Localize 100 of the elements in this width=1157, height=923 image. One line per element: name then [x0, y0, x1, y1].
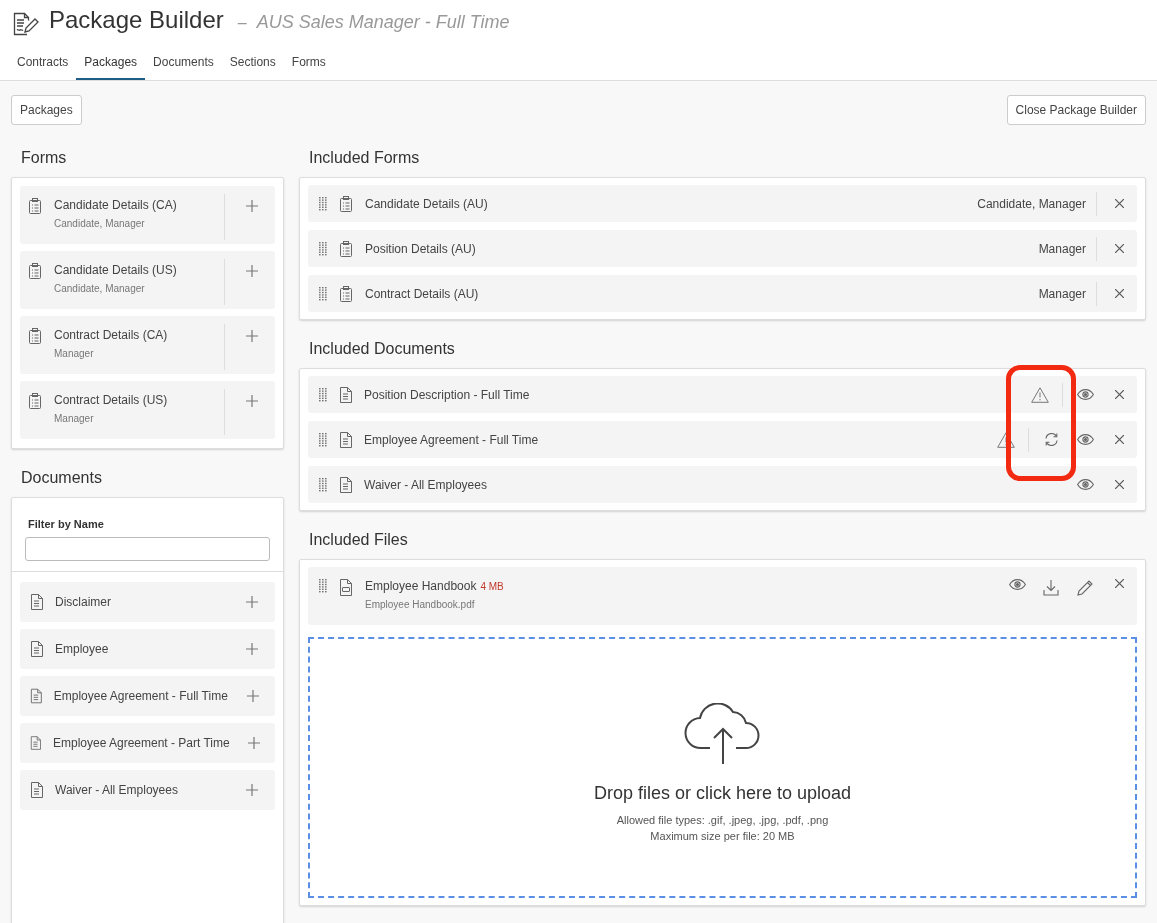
document-name: Disclaimer: [55, 595, 112, 609]
nav-tab[interactable]: Contracts: [9, 50, 77, 80]
document-name: Employee Agreement - Part Time: [52, 736, 230, 750]
form-roles: Candidate, Manager: [977, 196, 1086, 211]
drag-handle-icon[interactable]: [319, 432, 327, 447]
document-icon: [339, 431, 352, 448]
add-icon[interactable]: [247, 690, 260, 702]
document-icon: [30, 641, 43, 657]
form-item[interactable]: Contract Details (CA) Manager: [20, 316, 275, 374]
document-icon: [30, 688, 42, 704]
clipboard-icon: [28, 198, 42, 214]
dropzone-title: Drop files or click here to upload: [593, 783, 852, 804]
nav-tab[interactable]: Forms: [283, 50, 334, 80]
form-roles: Manager: [1038, 241, 1086, 256]
add-icon[interactable]: [246, 330, 258, 342]
edit-document-icon: [13, 12, 39, 36]
form-item[interactable]: Candidate Details (CA) Candidate, Manager: [20, 186, 275, 244]
form-roles: Candidate, Manager: [54, 218, 146, 229]
download-icon[interactable]: [1043, 579, 1059, 596]
add-icon[interactable]: [246, 643, 258, 655]
add-icon[interactable]: [246, 265, 258, 277]
max-size-text: Maximum size per file: 20 MB: [650, 830, 795, 842]
document-name: Employee Agreement - Full Time: [364, 432, 540, 447]
close-icon[interactable]: [1114, 435, 1124, 444]
document-name: Position Description - Full Time: [364, 387, 531, 402]
close-icon[interactable]: [1114, 244, 1124, 253]
clipboard-icon: [28, 328, 42, 344]
close-icon[interactable]: [1114, 390, 1124, 399]
form-roles: Candidate, Manager: [54, 283, 146, 294]
warning-icon: [997, 431, 1015, 448]
page-title: Package Builder: [49, 6, 224, 34]
form-name: Contract Details (CA): [54, 328, 169, 342]
page-subtitle: AUS Sales Manager - Full Time: [256, 12, 510, 33]
clipboard-icon: [339, 240, 353, 257]
close-icon[interactable]: [1114, 289, 1124, 298]
document-item[interactable]: Waiver - All Employees: [20, 770, 275, 810]
sync-icon[interactable]: [1043, 432, 1059, 447]
document-item[interactable]: Employee: [20, 629, 275, 669]
drag-handle-icon[interactable]: [319, 579, 327, 593]
drag-handle-icon[interactable]: [319, 286, 327, 301]
eye-icon[interactable]: [1008, 579, 1026, 590]
add-icon[interactable]: [248, 737, 261, 749]
eye-icon[interactable]: [1076, 389, 1094, 400]
file-filename: Employee Handbook.pdf: [365, 599, 476, 610]
clipboard-icon: [339, 285, 353, 302]
form-name: Candidate Details (AU): [365, 196, 489, 211]
warning-icon: [1031, 386, 1049, 403]
drag-handle-icon[interactable]: [319, 387, 327, 402]
title-separator: –: [237, 14, 247, 32]
eye-icon[interactable]: [1076, 479, 1094, 490]
form-name: Contract Details (US): [54, 393, 169, 407]
add-icon[interactable]: [246, 596, 258, 608]
section-heading: Included Documents: [308, 339, 456, 359]
drag-handle-icon[interactable]: [319, 196, 327, 211]
file-size: 4 MB: [480, 581, 504, 592]
nav-tab[interactable]: Sections: [221, 50, 284, 80]
eye-icon[interactable]: [1076, 434, 1094, 445]
section-heading: Forms: [20, 148, 68, 168]
form-name: Contract Details (AU): [365, 286, 480, 301]
drag-handle-icon[interactable]: [319, 241, 327, 256]
add-icon[interactable]: [246, 395, 258, 407]
document-item[interactable]: Employee Agreement - Full Time: [20, 676, 275, 716]
form-name: Candidate Details (CA): [54, 198, 178, 212]
section-heading: Included Forms: [308, 148, 421, 168]
document-icon: [30, 735, 41, 751]
form-name: Candidate Details (US): [54, 263, 178, 277]
document-name: Waiver - All Employees: [55, 783, 179, 797]
drag-handle-icon[interactable]: [319, 477, 327, 492]
pdf-file-icon: [339, 579, 353, 596]
clipboard-icon: [28, 263, 42, 279]
form-roles: Manager: [54, 348, 95, 359]
file-name: Employee Handbook: [365, 579, 477, 593]
form-item[interactable]: Contract Details (US) Manager: [20, 381, 275, 439]
form-item[interactable]: Candidate Details (US) Candidate, Manager: [20, 251, 275, 309]
add-icon[interactable]: [246, 200, 258, 212]
allowed-types-text: Allowed file types: .gif, .jpeg, .jpg, .pdf, .png: [616, 814, 829, 826]
close-icon[interactable]: [1114, 199, 1124, 208]
nav-tab[interactable]: Packages: [76, 50, 146, 80]
close-icon[interactable]: [1114, 480, 1124, 489]
pencil-icon[interactable]: [1076, 579, 1094, 596]
clipboard-icon: [339, 195, 353, 212]
add-icon[interactable]: [246, 784, 258, 796]
document-name: Employee Agreement - Full Time: [53, 689, 228, 703]
upload-dropzone[interactable]: Drop files or click here to upload Allowed file types: .gif, .jpeg, .jpg, .pdf, .png Maximum size per file: 20 MB: [308, 637, 1137, 898]
section-heading: Included Files: [308, 530, 409, 550]
document-icon: [30, 782, 43, 798]
clipboard-icon: [28, 393, 42, 409]
document-name: Waiver - All Employees: [364, 477, 488, 492]
cloud-upload-icon: [683, 703, 762, 765]
filter-field[interactable]: [25, 537, 270, 561]
document-icon: [339, 386, 352, 403]
packages-button[interactable]: Packages: [11, 95, 82, 125]
document-item[interactable]: Employee Agreement - Part Time: [20, 723, 275, 763]
nav-tab[interactable]: Documents: [145, 50, 222, 80]
close-icon[interactable]: [1114, 579, 1124, 588]
document-icon: [339, 476, 352, 493]
close-builder-button[interactable]: Close Package Builder: [1006, 95, 1146, 125]
document-item[interactable]: Disclaimer: [20, 582, 275, 622]
form-name: Position Details (AU): [365, 241, 477, 256]
document-name: Employee: [55, 642, 110, 656]
